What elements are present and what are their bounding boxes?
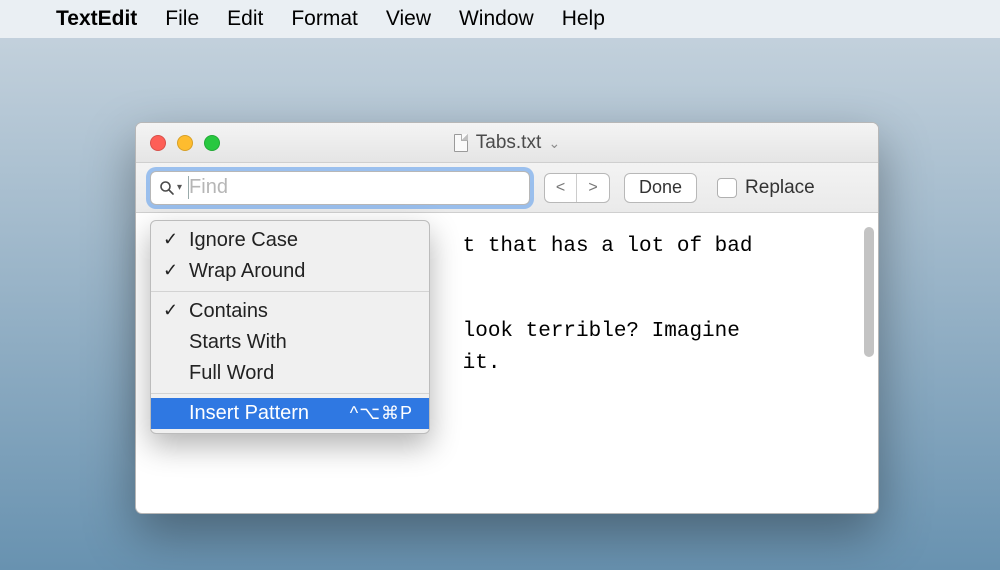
find-bar: ▾ < > Done Replace bbox=[136, 163, 878, 213]
titlebar[interactable]: Tabs.txt ⌄ bbox=[136, 123, 878, 163]
menu-divider bbox=[151, 291, 429, 292]
done-button[interactable]: Done bbox=[624, 173, 697, 203]
search-icon bbox=[159, 180, 175, 196]
replace-label: Replace bbox=[745, 177, 815, 199]
menu-item-label: Ignore Case bbox=[189, 229, 298, 251]
chevron-down-icon: ▾ bbox=[177, 182, 182, 193]
window-title[interactable]: Tabs.txt ⌄ bbox=[476, 132, 561, 154]
menu-item-label: Starts With bbox=[189, 331, 287, 353]
find-options-popover: ✓ Ignore Case ✓ Wrap Around ✓ Contains S… bbox=[150, 220, 430, 434]
checkmark-icon: ✓ bbox=[163, 229, 178, 250]
search-options-button[interactable]: ▾ bbox=[159, 180, 182, 196]
menu-view[interactable]: View bbox=[386, 7, 431, 31]
chevron-down-icon: ⌄ bbox=[549, 135, 561, 151]
menu-item-full-word[interactable]: Full Word bbox=[151, 358, 429, 389]
menu-item-label: Full Word bbox=[189, 362, 274, 384]
menu-help[interactable]: Help bbox=[562, 7, 605, 31]
replace-checkbox[interactable] bbox=[717, 178, 737, 198]
menu-edit[interactable]: Edit bbox=[227, 7, 263, 31]
checkmark-icon: ✓ bbox=[163, 260, 178, 281]
title-center: Tabs.txt ⌄ bbox=[136, 132, 878, 154]
document-name: Tabs.txt bbox=[476, 132, 541, 153]
menu-file[interactable]: File bbox=[165, 7, 199, 31]
find-next-button[interactable]: > bbox=[577, 174, 609, 202]
document-icon[interactable] bbox=[454, 134, 468, 152]
system-menubar: TextEdit File Edit Format View Window He… bbox=[0, 0, 1000, 38]
app-menu[interactable]: TextEdit bbox=[56, 7, 137, 31]
prev-next-group: < > bbox=[544, 173, 610, 203]
menu-item-contains[interactable]: ✓ Contains bbox=[151, 296, 429, 327]
menu-item-label: Insert Pattern bbox=[189, 402, 309, 425]
menu-format[interactable]: Format bbox=[291, 7, 358, 31]
menu-window[interactable]: Window bbox=[459, 7, 534, 31]
menu-item-starts-with[interactable]: Starts With bbox=[151, 327, 429, 358]
menu-divider bbox=[151, 393, 429, 394]
keyboard-shortcut: ^⌥⌘P bbox=[350, 403, 413, 424]
menu-item-insert-pattern[interactable]: Insert Pattern ^⌥⌘P bbox=[151, 398, 429, 429]
replace-toggle-wrap: Replace bbox=[717, 177, 815, 199]
checkmark-icon: ✓ bbox=[163, 300, 178, 321]
menu-item-ignore-case[interactable]: ✓ Ignore Case bbox=[151, 225, 429, 256]
scrollbar[interactable] bbox=[864, 227, 874, 357]
search-field-wrap[interactable]: ▾ bbox=[150, 171, 530, 205]
menu-item-wrap-around[interactable]: ✓ Wrap Around bbox=[151, 256, 429, 287]
find-previous-button[interactable]: < bbox=[545, 174, 577, 202]
menu-item-label: Wrap Around bbox=[189, 260, 305, 282]
menu-item-label: Contains bbox=[189, 300, 268, 322]
find-input[interactable] bbox=[188, 176, 521, 199]
